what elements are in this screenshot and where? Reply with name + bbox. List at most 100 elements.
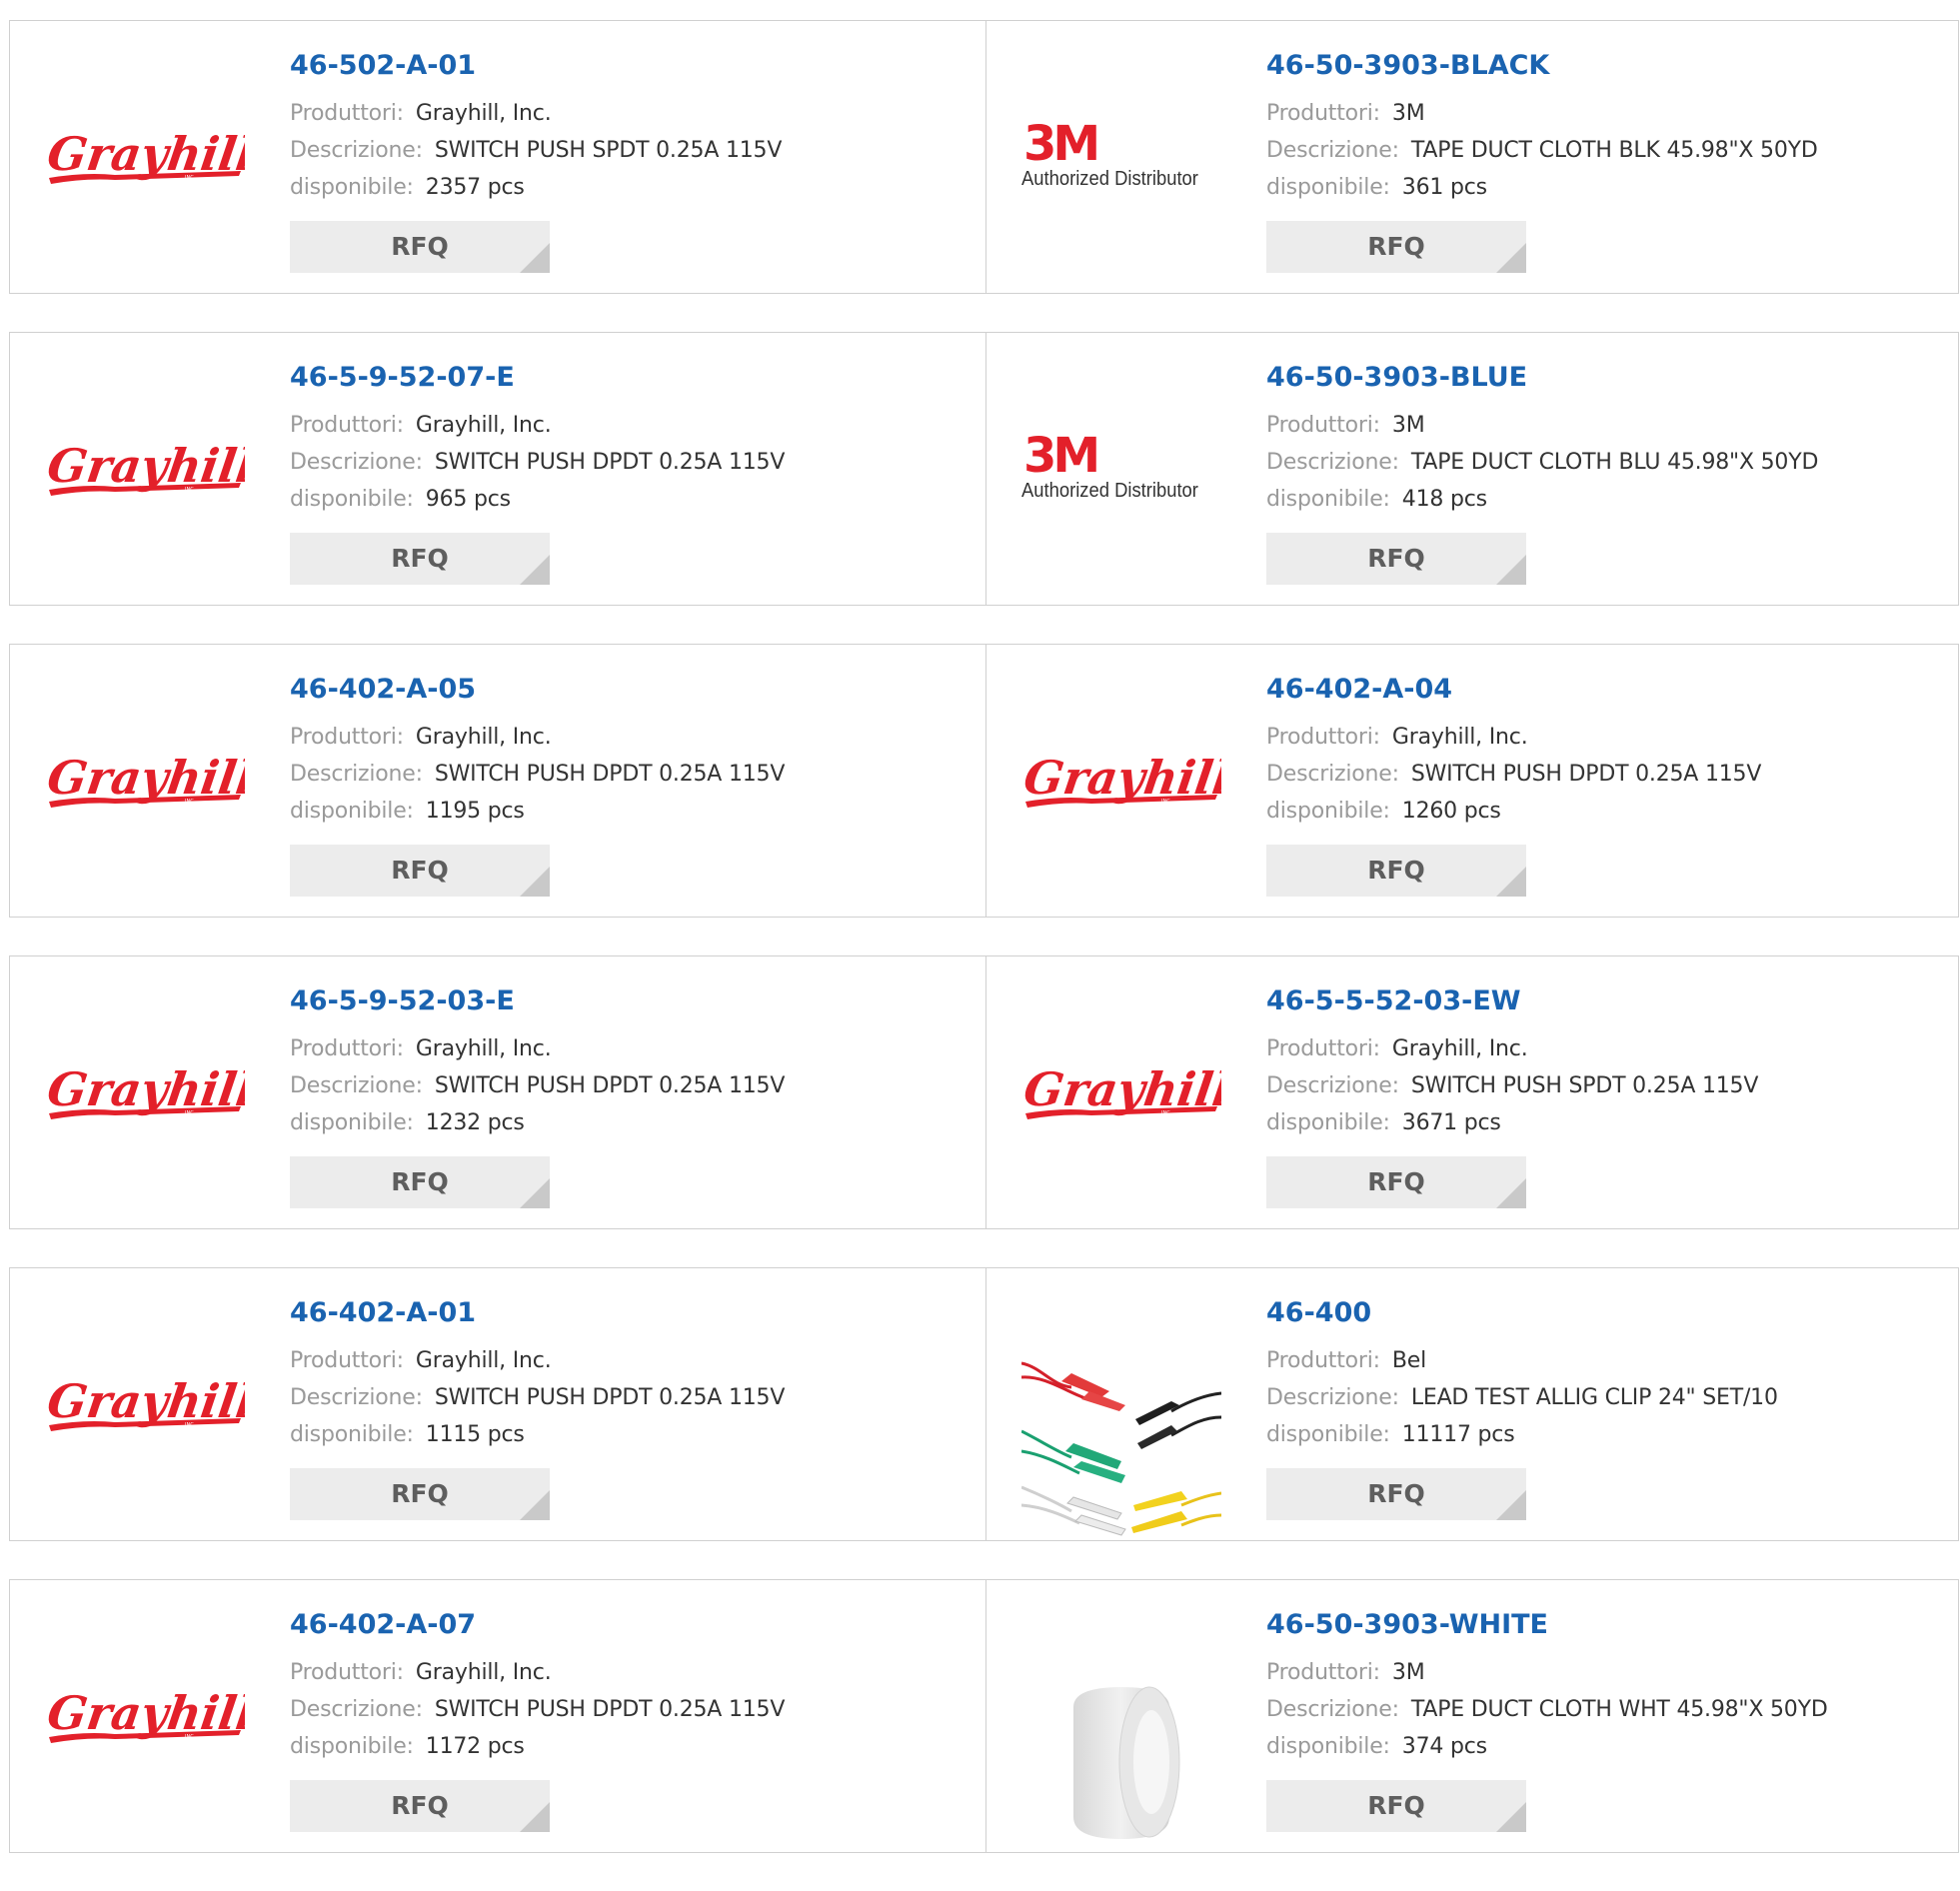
part-number-link[interactable]: 46-5-5-52-03-EW: [1266, 984, 1926, 1018]
description-label: Descrizione:: [290, 1697, 423, 1722]
rfq-button[interactable]: RFQ: [1266, 533, 1526, 585]
part-number-link[interactable]: 46-402-A-01: [290, 1296, 950, 1330]
manufacturer-row: Produttori: Grayhill, Inc.: [290, 1342, 950, 1379]
product-grid: Grayhill INC. 46-502-A-01 Produttori: Grayhi…: [9, 20, 1960, 1891]
description-row: Descrizione: TAPE DUCT CLOTH BLU 45.98"X …: [1266, 444, 1926, 481]
description-value: SWITCH PUSH DPDT 0.25A 115V: [434, 762, 786, 787]
rfq-button[interactable]: RFQ: [1266, 1156, 1526, 1208]
product-image: Grayhill INC.: [44, 108, 258, 208]
corner-triangle-icon: [1496, 1178, 1526, 1208]
description-label: Descrizione:: [1266, 1385, 1399, 1410]
corner-triangle-icon: [520, 1178, 550, 1208]
description-row: Descrizione: SWITCH PUSH SPDT 0.25A 115V: [290, 132, 950, 169]
description-label: Descrizione:: [1266, 450, 1399, 475]
rfq-button[interactable]: RFQ: [1266, 1468, 1526, 1520]
manufacturer-label: Produttori:: [1266, 1660, 1380, 1685]
description-row: Descrizione: SWITCH PUSH DPDT 0.25A 115V: [1266, 756, 1926, 793]
rfq-button[interactable]: RFQ: [290, 533, 550, 585]
manufacturer-value: Grayhill, Inc.: [415, 1660, 552, 1685]
3m-authorized-distributor-logo: 3M Authorized Distributor: [1021, 108, 1221, 208]
availability-row: disponibile: 11117 pcs: [1266, 1416, 1926, 1453]
manufacturer-label: Produttori:: [290, 725, 404, 750]
part-number-link[interactable]: 46-50-3903-BLUE: [1266, 361, 1926, 395]
rfq-button[interactable]: RFQ: [290, 221, 550, 273]
authorized-distributor-text: Authorized Distributor: [1021, 480, 1198, 502]
manufacturer-row: Produttori: Grayhill, Inc.: [290, 95, 950, 132]
description-value: TAPE DUCT CLOTH BLK 45.98"X 50YD: [1410, 138, 1818, 163]
product-image: 3M Authorized Distributor: [1021, 420, 1221, 520]
rfq-button-label: RFQ: [1367, 232, 1425, 261]
rfq-button[interactable]: RFQ: [1266, 1780, 1526, 1832]
part-number-link[interactable]: 46-50-3903-BLACK: [1266, 49, 1926, 83]
description-row: Descrizione: SWITCH PUSH DPDT 0.25A 115V: [290, 1067, 950, 1104]
3m-mark: 3M: [1021, 108, 1221, 208]
manufacturer-value: 3M: [1391, 1660, 1425, 1685]
product-card: 46-50-3903-WHITE Produttori: 3M Descrizione…: [985, 1579, 1959, 1853]
part-number-link[interactable]: 46-402-A-05: [290, 673, 950, 707]
product-info: 46-502-A-01 Produttori: Grayhill, Inc. Desc…: [290, 49, 950, 206]
description-label: Descrizione:: [290, 1385, 423, 1410]
part-number-link[interactable]: 46-400: [1266, 1296, 1926, 1330]
description-value: TAPE DUCT CLOTH WHT 45.98"X 50YD: [1410, 1697, 1828, 1722]
product-card: 46-400 Produttori: Bel Descrizione: LEAD TES…: [985, 1267, 1959, 1541]
availability-row: disponibile: 965 pcs: [290, 481, 950, 518]
manufacturer-value: Grayhill, Inc.: [415, 1036, 552, 1061]
availability-row: disponibile: 1195 pcs: [290, 793, 950, 830]
description-row: Descrizione: TAPE DUCT CLOTH BLK 45.98"X …: [1266, 132, 1926, 169]
description-row: Descrizione: SWITCH PUSH DPDT 0.25A 115V: [290, 444, 950, 481]
availability-row: disponibile: 1115 pcs: [290, 1416, 950, 1453]
manufacturer-value: Grayhill, Inc.: [415, 101, 552, 126]
product-card: Grayhill INC. 46-5-9-52-07-E Produttori: Gra…: [9, 332, 986, 606]
product-row: Grayhill INC. 46-402-A-05 Produttori: Grayhi…: [9, 644, 1960, 918]
manufacturer-label: Produttori:: [1266, 101, 1380, 126]
manufacturer-row: Produttori: Grayhill, Inc.: [290, 1030, 950, 1067]
product-info: 46-402-A-04 Produttori: Grayhill, Inc. Desc…: [1266, 673, 1926, 830]
rfq-button[interactable]: RFQ: [290, 1468, 550, 1520]
rfq-button[interactable]: RFQ: [1266, 221, 1526, 273]
description-row: Descrizione: SWITCH PUSH DPDT 0.25A 115V: [290, 1691, 950, 1728]
manufacturer-value: Grayhill, Inc.: [415, 725, 552, 750]
product-card: Grayhill INC. 46-402-A-01 Produttori: Grayhi…: [9, 1267, 986, 1541]
grayhill-logo: Grayhill INC.: [44, 1365, 258, 1445]
rfq-button[interactable]: RFQ: [290, 1156, 550, 1208]
availability-value: 1172 pcs: [425, 1734, 525, 1759]
corner-triangle-icon: [1496, 555, 1526, 585]
manufacturer-row: Produttori: 3M: [1266, 1654, 1926, 1691]
product-image: Grayhill INC.: [1020, 732, 1234, 832]
rfq-button[interactable]: RFQ: [290, 845, 550, 897]
rfq-button[interactable]: RFQ: [290, 1780, 550, 1832]
3m-authorized-distributor-logo: 3M Authorized Distributor: [1021, 420, 1221, 520]
availability-value: 1232 pcs: [425, 1110, 525, 1135]
product-image: Grayhill INC.: [44, 732, 258, 832]
manufacturer-label: Produttori:: [1266, 1036, 1380, 1061]
availability-row: disponibile: 2357 pcs: [290, 169, 950, 206]
availability-label: disponibile:: [290, 175, 414, 200]
rfq-button-label: RFQ: [1367, 1167, 1425, 1196]
part-number-link[interactable]: 46-402-A-07: [290, 1608, 950, 1642]
availability-label: disponibile:: [290, 487, 414, 512]
product-image: Grayhill INC.: [44, 1355, 258, 1455]
part-number-link[interactable]: 46-502-A-01: [290, 49, 950, 83]
rfq-button-label: RFQ: [391, 232, 449, 261]
manufacturer-label: Produttori:: [1266, 413, 1380, 438]
description-label: Descrizione:: [1266, 762, 1399, 787]
manufacturer-value: Grayhill, Inc.: [415, 1348, 552, 1373]
product-row: Grayhill INC. 46-5-9-52-07-E Produttori: Gra…: [9, 332, 1960, 606]
product-card: Grayhill INC. 46-402-A-05 Produttori: Grayhi…: [9, 644, 986, 918]
grayhill-logo: Grayhill INC.: [44, 118, 258, 198]
part-number-link[interactable]: 46-50-3903-WHITE: [1266, 1608, 1926, 1642]
part-number-link[interactable]: 46-5-9-52-03-E: [290, 984, 950, 1018]
rfq-button[interactable]: RFQ: [1266, 845, 1526, 897]
grayhill-logo: Grayhill INC.: [44, 742, 258, 822]
availability-value: 965 pcs: [425, 487, 511, 512]
part-number-link[interactable]: 46-402-A-04: [1266, 673, 1926, 707]
availability-row: disponibile: 1172 pcs: [290, 1728, 950, 1765]
grayhill-logo: Grayhill INC.: [44, 1677, 258, 1757]
manufacturer-value: 3M: [1391, 101, 1425, 126]
manufacturer-label: Produttori:: [1266, 725, 1380, 750]
manufacturer-label: Produttori:: [290, 101, 404, 126]
product-image: [1020, 1355, 1222, 1536]
svg-text:INC.: INC.: [185, 487, 196, 493]
svg-text:INC.: INC.: [1161, 1110, 1172, 1116]
part-number-link[interactable]: 46-5-9-52-07-E: [290, 361, 950, 395]
